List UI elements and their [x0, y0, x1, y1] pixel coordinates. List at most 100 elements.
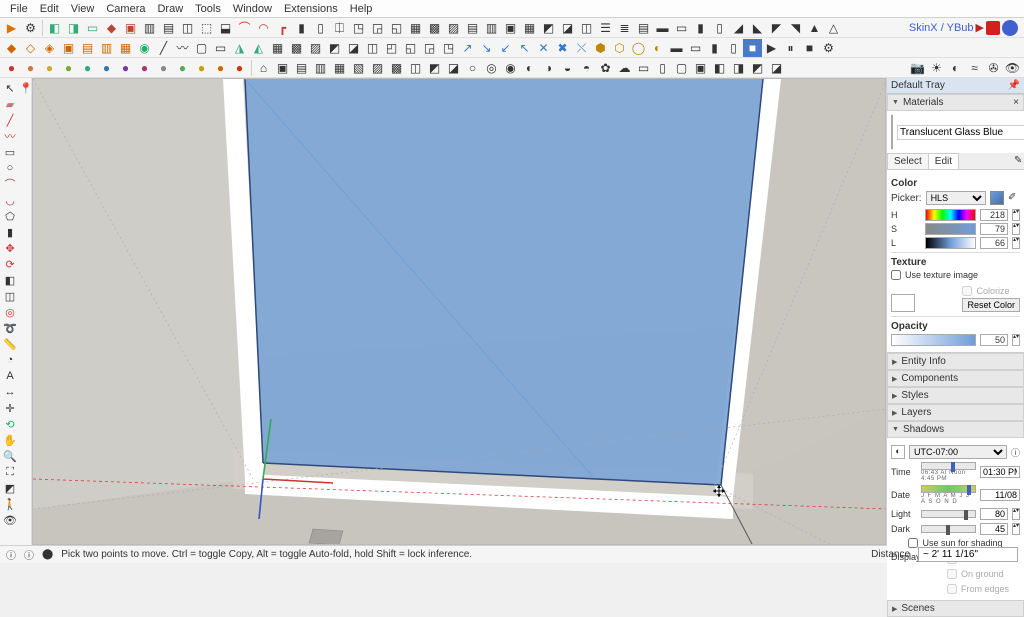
shape-icon[interactable]: ◆ — [102, 19, 121, 37]
view-icon[interactable]: ▦ — [330, 59, 349, 77]
layers-icon[interactable]: ▨ — [444, 19, 463, 37]
tool-icon[interactable]: ◈ — [40, 39, 59, 57]
tool-icon[interactable]: ▥ — [97, 39, 116, 57]
help-icon[interactable]: ⓘ — [24, 547, 34, 562]
arc-icon[interactable]: ⌒ — [3, 177, 17, 191]
select-icon[interactable]: ↖ — [3, 81, 17, 95]
house-icon[interactable]: ⌂ — [254, 59, 273, 77]
eraser-icon[interactable]: ▰ — [3, 97, 17, 111]
stack-icon[interactable]: ☰ — [596, 19, 615, 37]
view-icon[interactable]: ◫ — [406, 59, 425, 77]
wall-icon[interactable]: ▯ — [311, 19, 330, 37]
material-swatch[interactable] — [891, 115, 893, 149]
menu-tools[interactable]: Tools — [189, 1, 227, 17]
wall-icon[interactable]: ▮ — [292, 19, 311, 37]
shape-icon[interactable]: ▤ — [159, 19, 178, 37]
menu-camera[interactable]: Camera — [100, 1, 151, 17]
position-icon[interactable]: 📍 — [19, 81, 33, 95]
grid-icon[interactable]: ▣ — [501, 19, 520, 37]
dim-icon[interactable]: ↔ — [3, 385, 17, 399]
arc-icon[interactable]: ◠ — [254, 19, 273, 37]
light-spinner[interactable]: ▴▾ — [1012, 508, 1020, 520]
sandbox-icon[interactable]: ◐ — [648, 39, 667, 57]
misc-icon[interactable]: ◪ — [767, 59, 786, 77]
tool-icon[interactable]: ▤ — [78, 39, 97, 57]
tab-edit[interactable]: Edit — [928, 153, 959, 169]
shape-icon[interactable]: ⬓ — [216, 19, 235, 37]
circle-icon[interactable]: ● — [173, 59, 192, 77]
sandbox-icon[interactable]: ⬡ — [610, 39, 629, 57]
flat-icon[interactable]: ▮ — [705, 39, 724, 57]
rotate-icon[interactable]: ⟳ — [3, 257, 17, 271]
tape-icon[interactable]: 📏 — [3, 337, 17, 351]
play-icon[interactable]: ▶ — [762, 39, 781, 57]
shape-icon[interactable]: ▭ — [83, 19, 102, 37]
arrow-icon[interactable]: ↖ — [515, 39, 534, 57]
light-slider[interactable] — [921, 510, 976, 518]
orbit-icon[interactable]: ⟲ — [3, 417, 17, 431]
view-icon[interactable]: ▣ — [273, 59, 292, 77]
use-sun-checkbox[interactable] — [908, 538, 918, 548]
play-icon[interactable]: ▶ — [2, 19, 21, 37]
stack-icon[interactable]: ▩ — [287, 39, 306, 57]
zigzag-icon[interactable]: ✕ — [534, 39, 553, 57]
corner-icon[interactable]: ┏ — [273, 19, 292, 37]
tool-icon[interactable]: ◇ — [21, 39, 40, 57]
cube-icon[interactable]: ◲ — [368, 19, 387, 37]
sandbox-icon[interactable]: ⬢ — [591, 39, 610, 57]
opacity-value[interactable]: 50 — [980, 334, 1008, 346]
circle-icon[interactable]: ● — [154, 59, 173, 77]
profile-icon[interactable]: △ — [824, 19, 843, 37]
walk-icon[interactable]: 🚶 — [3, 497, 17, 511]
misc-icon[interactable]: ◨ — [729, 59, 748, 77]
flat-icon[interactable]: ▬ — [667, 39, 686, 57]
shape-icon[interactable]: ▥ — [140, 19, 159, 37]
zigzag-icon[interactable]: ✖ — [553, 39, 572, 57]
tool-icon[interactable]: ◉ — [135, 39, 154, 57]
cube-icon[interactable]: ◪ — [344, 39, 363, 57]
beam-icon[interactable]: ▭ — [672, 19, 691, 37]
arc-icon[interactable]: ◡ — [3, 193, 17, 207]
dark-spinner[interactable]: ▴▾ — [1012, 523, 1020, 535]
saturation-slider[interactable] — [925, 223, 976, 235]
style-icon[interactable]: ○ — [463, 59, 482, 77]
camera-icon[interactable]: 📷 — [908, 59, 927, 77]
cube-icon[interactable]: ◮ — [230, 39, 249, 57]
box-icon[interactable]: ▢ — [192, 39, 211, 57]
style-icon[interactable]: ◓ — [577, 59, 596, 77]
circle-icon[interactable]: ○ — [3, 161, 17, 175]
circle-icon[interactable]: ● — [21, 59, 40, 77]
cube-icon[interactable]: ◱ — [387, 19, 406, 37]
view-icon[interactable]: ▥ — [311, 59, 330, 77]
panel-entity-header[interactable]: Entity Info — [887, 353, 1024, 370]
circle-icon[interactable]: ● — [135, 59, 154, 77]
pan-icon[interactable]: ✋ — [3, 433, 17, 447]
misc-icon[interactable]: ▣ — [691, 59, 710, 77]
section-icon[interactable]: ◩ — [3, 481, 17, 495]
pause-icon[interactable]: ⏸ — [781, 39, 800, 57]
zigzag-icon[interactable]: ⤬ — [572, 39, 591, 57]
arc-icon[interactable]: ⌒ — [235, 19, 254, 37]
curve-icon[interactable]: 〰 — [173, 39, 192, 57]
hue-spinner[interactable]: ▴▾ — [1012, 209, 1020, 221]
arrow-icon[interactable]: ↘ — [477, 39, 496, 57]
shape-icon[interactable]: ◫ — [178, 19, 197, 37]
profile-icon[interactable]: ◤ — [767, 19, 786, 37]
menu-extensions[interactable]: Extensions — [278, 1, 344, 17]
arrow-icon[interactable]: ↗ — [458, 39, 477, 57]
circle-icon[interactable]: ● — [2, 59, 21, 77]
eyedropper-icon[interactable]: ✎ — [1012, 153, 1024, 165]
style-icon[interactable]: ◎ — [482, 59, 501, 77]
sat-value[interactable]: 79 — [980, 223, 1008, 235]
time-slider[interactable] — [921, 462, 976, 470]
panel-layers-header[interactable]: Layers — [887, 404, 1024, 421]
info-icon[interactable]: ⓘ — [1011, 446, 1020, 459]
circle-icon[interactable]: ● — [192, 59, 211, 77]
layers-icon[interactable]: ▦ — [406, 19, 425, 37]
misc-icon[interactable]: ▯ — [653, 59, 672, 77]
beam-icon[interactable]: ▬ — [653, 19, 672, 37]
flat-icon[interactable]: ▭ — [686, 39, 705, 57]
text-icon[interactable]: A — [3, 369, 17, 383]
cube-icon[interactable]: ◰ — [382, 39, 401, 57]
eyedropper-icon[interactable]: ✐ — [1008, 192, 1020, 204]
